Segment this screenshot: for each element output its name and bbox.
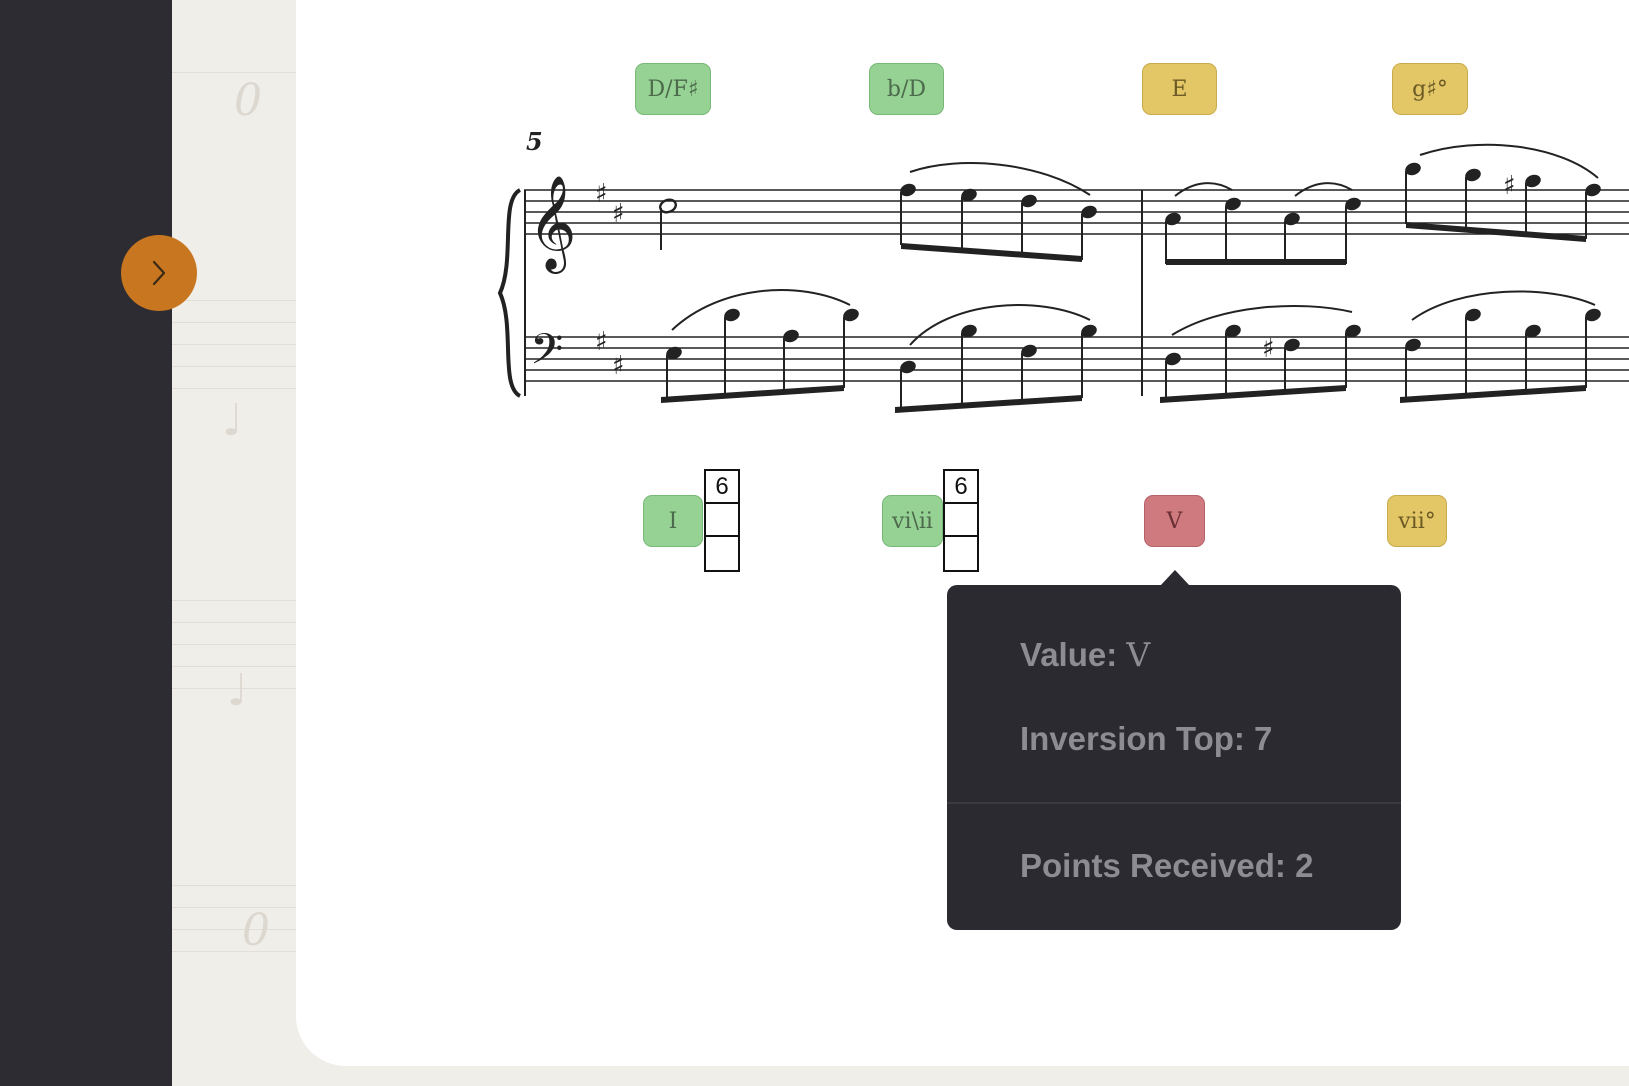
inversion-bottom-cell[interactable] xyxy=(945,537,977,570)
roman-numeral-chip[interactable]: vii° xyxy=(1387,495,1447,547)
svg-text:♯: ♯ xyxy=(1503,171,1516,201)
inversion-figure-box[interactable]: 6 xyxy=(943,469,979,572)
roman-numeral-chip[interactable]: vi\ii xyxy=(882,495,943,547)
svg-text:♯: ♯ xyxy=(612,199,625,229)
tooltip-points-received: Points Received: 2 xyxy=(1020,847,1314,884)
svg-text:♯: ♯ xyxy=(612,351,625,381)
tooltip-value-row: Value: V xyxy=(1020,635,1150,674)
svg-text:♯: ♯ xyxy=(595,327,608,357)
tooltip-inversion-top: Inversion Top: 7 xyxy=(1020,720,1273,757)
tooltip-value: V xyxy=(1126,635,1151,674)
roman-numeral-chip[interactable]: I xyxy=(643,495,703,547)
roman-numeral-chip[interactable]: V xyxy=(1144,495,1205,547)
inversion-middle-cell[interactable] xyxy=(945,504,977,537)
measure-number: 5 xyxy=(526,127,543,156)
svg-text:♯: ♯ xyxy=(1262,334,1275,364)
inversion-middle-cell[interactable] xyxy=(706,504,738,537)
tooltip-divider xyxy=(947,802,1401,804)
tooltip-value-label: Value: xyxy=(1020,636,1118,673)
inversion-top-cell[interactable]: 6 xyxy=(706,471,738,504)
svg-text:♯: ♯ xyxy=(595,179,608,209)
feedback-tooltip: Value: V Inversion Top: 7 Points Receive… xyxy=(947,585,1401,930)
svg-text:𝄢: 𝄢 xyxy=(530,325,563,385)
inversion-top-cell[interactable]: 6 xyxy=(945,471,977,504)
inversion-bottom-cell[interactable] xyxy=(706,537,738,570)
music-score: 5 𝄞 𝄢 ♯ ♯ ♯ ♯ ♯ ♯ xyxy=(497,127,1629,413)
svg-text:𝄞: 𝄞 xyxy=(528,175,576,274)
tooltip-arrow xyxy=(1160,570,1190,586)
inversion-figure-box[interactable]: 6 xyxy=(704,469,740,572)
